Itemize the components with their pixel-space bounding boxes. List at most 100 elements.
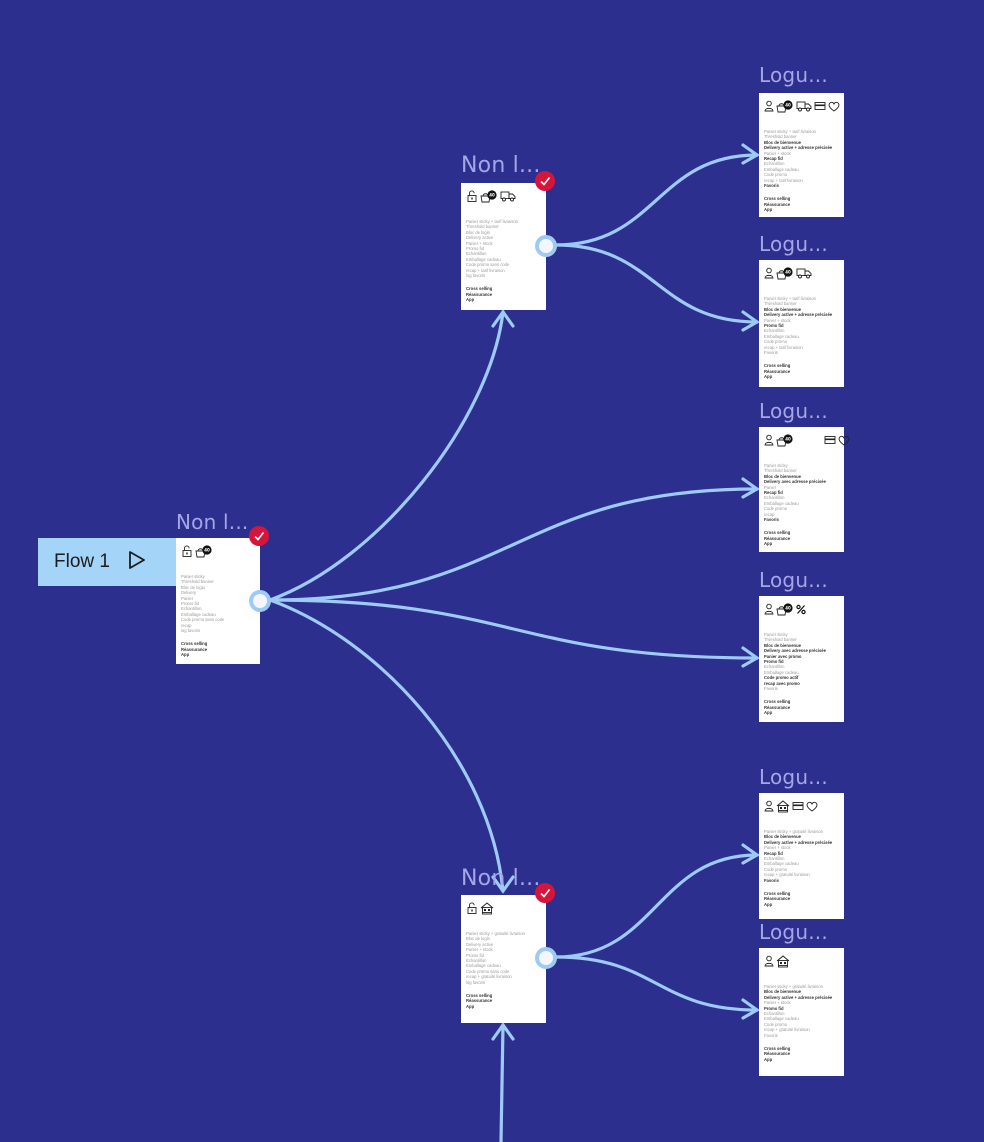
content-line: Favoris	[764, 877, 779, 883]
prototype-canvas[interactable]: Flow 1 Non l... 40 Panier sticky Threshold …	[0, 0, 984, 1142]
screen-frame-top-mid[interactable]: 40 Panier sticky + tarif livraison Thresho…	[461, 183, 546, 310]
connector-line	[268, 310, 505, 602]
screen-frame-r5[interactable]: Panier sticky + gratuité livraison Bloc d…	[759, 793, 844, 919]
svg-text:40: 40	[785, 605, 791, 610]
screen-frame-root[interactable]: 40 Panier sticky Threshold banner Bloc de l…	[176, 538, 260, 664]
screen-frame-r6[interactable]: Panier sticky + gratuité livraison Bloc d…	[759, 948, 844, 1076]
frame-footer: Cross selling Réassurance App	[466, 993, 541, 1009]
icon-spacer	[796, 431, 822, 449]
content-line: Favoris	[764, 517, 779, 523]
svg-text:40: 40	[785, 436, 791, 441]
svg-text:40: 40	[785, 102, 791, 107]
user-icon	[764, 100, 774, 112]
flow-start-button[interactable]: Flow 1	[38, 538, 176, 586]
basket-badge-icon: 40	[776, 99, 794, 113]
footer-line: App	[764, 207, 773, 213]
frame-content-list: Panier sticky Threshold banner Bloc de bie…	[764, 463, 839, 522]
lock-open-icon	[181, 545, 193, 557]
user-icon	[764, 603, 774, 615]
basket-badge-icon: 40	[776, 602, 794, 616]
content-line: Favoris	[764, 183, 779, 189]
basket-badge-icon: 40	[776, 266, 794, 280]
user-icon	[764, 955, 774, 967]
screen-frame-r1[interactable]: 40 Panier sticky + tarif livraison Thresho…	[759, 93, 844, 217]
footer-line: App	[764, 541, 773, 547]
footer-line: App	[764, 710, 773, 716]
content-line: log favoris	[466, 979, 486, 985]
percent-icon	[796, 604, 806, 615]
screen-frame-r4[interactable]: 40 Panier sticky Threshold banner Bloc de b…	[759, 596, 844, 722]
truck-icon	[796, 267, 812, 279]
frame-content-list: Panier sticky + tarif livraison Threshold…	[764, 129, 839, 188]
content-line: log favoris	[466, 273, 486, 279]
credit-card-icon	[814, 101, 826, 111]
check-badge-icon	[249, 526, 269, 546]
frame-icon-row	[764, 954, 839, 968]
arrowhead-icon	[741, 310, 760, 332]
frame-footer: Cross selling Réassurance App	[764, 699, 839, 715]
frame-content-list: Panier sticky + gratuité livraison Bloc d…	[764, 829, 839, 883]
frame-title[interactable]: Non l...	[461, 866, 541, 891]
frame-footer: Cross selling Réassurance App	[764, 1046, 839, 1062]
flow-start-label: Flow 1	[54, 551, 110, 572]
arrowhead-icon	[741, 646, 760, 668]
check-badge-icon	[535, 171, 555, 191]
heart-icon	[828, 101, 840, 112]
frame-icon-row: 40	[764, 99, 840, 113]
arrowhead-icon	[741, 143, 760, 165]
connector-line	[554, 153, 759, 247]
screen-frame-bottom-mid[interactable]: Panier sticky + gratuité livraison Bloc d…	[461, 895, 546, 1023]
frame-icon-row: 40	[764, 602, 839, 616]
credit-card-icon	[792, 801, 804, 811]
frame-content-list: Panier sticky + tarif livraison Threshold…	[466, 219, 541, 278]
store-icon	[776, 799, 790, 813]
frame-footer: Cross selling Réassurance App	[764, 891, 839, 907]
connection-handle[interactable]	[535, 235, 557, 257]
screen-frame-r2[interactable]: 40 Panier sticky + tarif livraison Thresho…	[759, 260, 844, 387]
connection-handle[interactable]	[535, 947, 557, 969]
store-icon	[480, 901, 494, 915]
basket-badge-icon: 40	[195, 544, 213, 558]
frame-icon-row: 40	[181, 544, 255, 558]
connector-line	[268, 598, 759, 660]
credit-card-icon	[824, 435, 836, 445]
frame-content-list: Panier sticky + gratuité livraison Bloc d…	[466, 931, 541, 985]
frame-title[interactable]: Logu...	[759, 568, 828, 592]
basket-badge-icon: 40	[480, 189, 498, 203]
frame-icon-row: 40	[764, 266, 839, 280]
connection-handle[interactable]	[249, 590, 271, 612]
arrowhead-icon	[741, 843, 760, 865]
connector-line	[499, 1023, 505, 1142]
screen-frame-r3[interactable]: 40 Panier sticky Threshold banner Bloc de b…	[759, 427, 850, 552]
frame-title[interactable]: Logu...	[759, 63, 828, 87]
content-line: Delivery active + adresse précisée	[764, 145, 833, 151]
svg-text:40: 40	[204, 547, 210, 552]
arrowhead-icon	[491, 1022, 515, 1041]
frame-title[interactable]: Logu...	[759, 920, 828, 944]
frame-footer: Cross selling Réassurance App	[764, 196, 839, 212]
content-line: Delivery active + adresse précisée	[764, 312, 833, 318]
frame-title[interactable]: Logu...	[759, 765, 828, 789]
arrowhead-icon	[491, 309, 515, 328]
basket-badge-icon: 40	[776, 433, 794, 447]
lock-open-icon	[466, 902, 478, 914]
frame-title[interactable]: Logu...	[759, 399, 828, 423]
user-icon	[764, 267, 774, 279]
arrowhead-icon	[741, 477, 760, 499]
user-icon	[764, 800, 774, 812]
connector-line	[268, 598, 505, 893]
frame-title[interactable]: Logu...	[759, 232, 828, 256]
content-line: log favoris	[181, 628, 201, 634]
svg-text:40: 40	[785, 269, 791, 274]
heart-icon	[838, 435, 850, 446]
store-icon	[776, 954, 790, 968]
frame-title[interactable]: Non l...	[461, 153, 541, 178]
footer-line: App	[181, 652, 190, 658]
truck-icon	[796, 100, 812, 112]
frame-title[interactable]: Non l...	[176, 510, 248, 534]
footer-line: App	[466, 1003, 475, 1009]
check-badge-icon	[535, 883, 555, 903]
frame-content-list: Panier sticky + gratuité livraison Bloc d…	[764, 984, 839, 1038]
frame-footer: Cross selling Réassurance App	[764, 363, 839, 379]
truck-icon	[500, 190, 516, 202]
